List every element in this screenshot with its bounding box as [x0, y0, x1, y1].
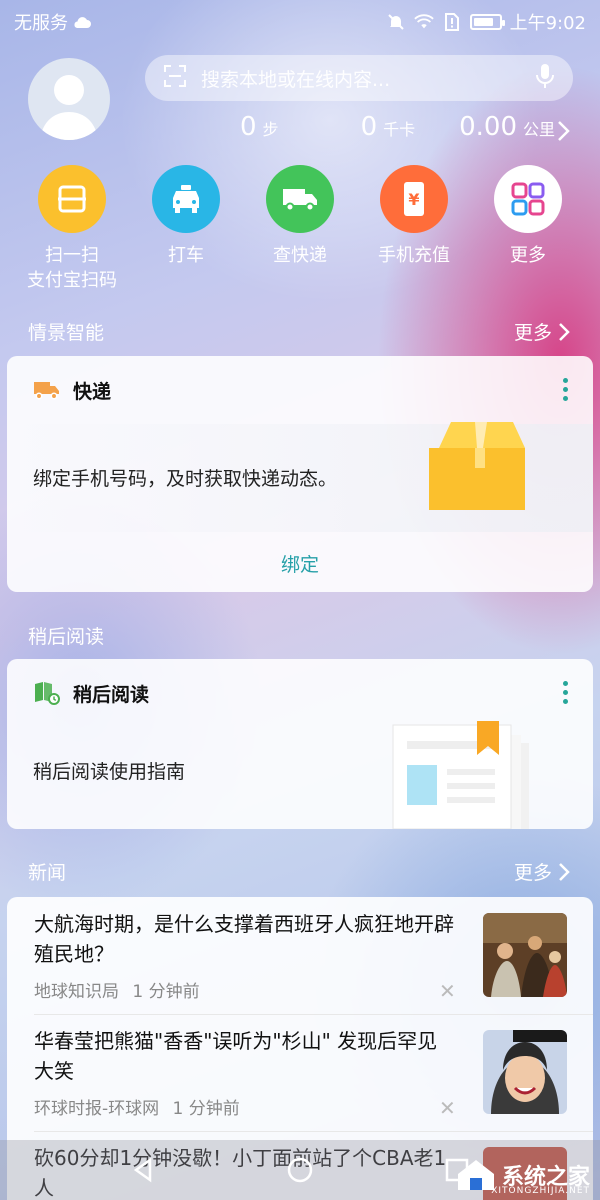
watermark-logo: 系统之家 XITONGZHIJIA.NET — [456, 1158, 590, 1196]
carrier-text: 无服务 — [14, 13, 68, 34]
quick-action-scan[interactable]: 扫一扫 支付宝扫码 — [20, 165, 124, 293]
news-time: 1 分钟前 — [172, 1099, 240, 1119]
read-later-card: 稍后阅读 稍后阅读使用指南 — [7, 659, 593, 829]
truck-icon — [33, 379, 61, 401]
chevron-right-icon — [559, 862, 570, 881]
distance-unit: 公里 — [523, 120, 556, 139]
quick-action-scan-label: 扫一扫 支付宝扫码 — [27, 245, 117, 291]
news-more-link[interactable]: 更多 — [514, 858, 570, 885]
express-card-title: 快递 — [73, 380, 112, 403]
calories-unit: 千卡 — [383, 120, 416, 139]
news-time: 1 分钟前 — [132, 982, 200, 1002]
read-later-card-text: 稍后阅读使用指南 — [33, 761, 186, 783]
house-logo-icon — [457, 1160, 494, 1190]
chevron-right-icon — [559, 322, 570, 341]
smart-more-label: 更多 — [513, 322, 552, 344]
quick-action-recharge-label: 手机充值 — [378, 245, 450, 266]
quick-action-more-label: 更多 — [510, 245, 546, 266]
news-thumbnail[interactable] — [483, 1030, 567, 1114]
battery-icon — [469, 14, 505, 30]
read-later-card-title: 稍后阅读 — [73, 683, 150, 706]
bind-button[interactable]: 绑定 — [7, 550, 593, 577]
home-icon[interactable] — [286, 1156, 314, 1184]
wifi-icon — [413, 12, 434, 32]
calories-value: 0 — [360, 112, 378, 142]
quick-action-taxi-label: 打车 — [168, 245, 204, 266]
express-card-text: 绑定手机号码，及时获取快递动态。 — [33, 468, 338, 490]
close-icon[interactable]: ✕ — [439, 979, 456, 1003]
watermark-subtext: XITONGZHIJIA.NET — [491, 1186, 590, 1196]
news-more-label: 更多 — [513, 862, 552, 884]
smart-more-link[interactable]: 更多 — [514, 318, 570, 345]
clock-text: 上午9:02 — [509, 13, 586, 34]
steps-unit: 步 — [262, 120, 279, 139]
avatar[interactable] — [28, 58, 110, 140]
news-item[interactable]: 华春莹把熊猫"香香"误听为"杉山" 发现后罕见大笑 环球时报-环球网 1 分钟前… — [7, 1014, 593, 1131]
section-title-read-later: 稍后阅读 — [28, 626, 105, 648]
quick-action-more[interactable]: 更多 — [476, 165, 580, 293]
health-stats[interactable]: 0 步 0 千卡 0.00 公里 — [230, 112, 580, 152]
distance-stat: 0.00 公里 — [459, 112, 555, 142]
package-box-icon — [429, 422, 525, 510]
quick-action-express-label: 查快递 — [273, 245, 327, 266]
news-title[interactable]: 华春莹把熊猫"香香"误听为"杉山" 发现后罕见大笑 — [34, 1026, 454, 1086]
search-input[interactable]: 搜索本地或在线内容... — [201, 65, 535, 92]
svg-text:¥: ¥ — [408, 190, 419, 209]
delivery-truck-icon — [266, 165, 334, 233]
document-illustration-icon — [392, 721, 529, 829]
distance-value: 0.00 — [459, 112, 518, 142]
section-title-news: 新闻 — [28, 862, 67, 884]
steps-value: 0 — [240, 112, 257, 142]
scan-icon[interactable] — [163, 64, 187, 93]
taxi-icon — [152, 165, 220, 233]
quick-action-recharge[interactable]: ¥ 手机充值 — [362, 165, 466, 293]
scan-pay-icon — [38, 165, 106, 233]
chevron-right-icon[interactable] — [556, 120, 570, 142]
news-meta: 环球时报-环球网 1 分钟前 — [34, 1094, 240, 1119]
news-title[interactable]: 大航海时期，是什么支撑着西班牙人疯狂地开辟殖民地？ — [34, 909, 454, 969]
news-source: 环球时报-环球网 — [34, 1099, 160, 1119]
mute-icon — [386, 12, 406, 32]
more-options-icon[interactable] — [563, 681, 569, 704]
express-card-header: 快递 — [7, 356, 593, 424]
search-bar[interactable]: 搜索本地或在线内容... — [145, 55, 573, 101]
calories-stat: 0 千卡 — [361, 112, 416, 142]
close-icon[interactable]: ✕ — [439, 1096, 456, 1120]
user-silhouette-icon — [40, 75, 98, 140]
quick-actions: 扫一扫 支付宝扫码 打车 查快递 ¥ 手机充值 更多 — [0, 165, 600, 293]
cloud-icon — [72, 12, 92, 32]
back-icon[interactable] — [130, 1157, 156, 1183]
book-icon — [33, 681, 61, 705]
status-bar: 无服务 上午9:02 — [0, 0, 600, 44]
more-grid-icon — [494, 165, 562, 233]
more-options-icon[interactable] — [563, 378, 569, 401]
microphone-icon[interactable] — [535, 63, 555, 94]
quick-action-taxi[interactable]: 打车 — [134, 165, 238, 293]
quick-action-express[interactable]: 查快递 — [248, 165, 352, 293]
section-title-smart: 情景智能 — [28, 322, 105, 344]
phone-recharge-icon: ¥ — [380, 165, 448, 233]
sim-alert-icon — [442, 12, 462, 32]
news-meta: 地球知识局 1 分钟前 — [34, 977, 200, 1002]
news-thumbnail[interactable] — [483, 913, 567, 997]
steps-stat: 0 步 — [240, 112, 279, 142]
express-card: 快递 绑定手机号码，及时获取快递动态。 绑定 — [7, 356, 593, 592]
news-source: 地球知识局 — [34, 982, 119, 1002]
read-later-card-header: 稍后阅读 — [7, 659, 593, 727]
news-item[interactable]: 大航海时期，是什么支撑着西班牙人疯狂地开辟殖民地？ 地球知识局 1 分钟前 ✕ — [7, 897, 593, 1014]
